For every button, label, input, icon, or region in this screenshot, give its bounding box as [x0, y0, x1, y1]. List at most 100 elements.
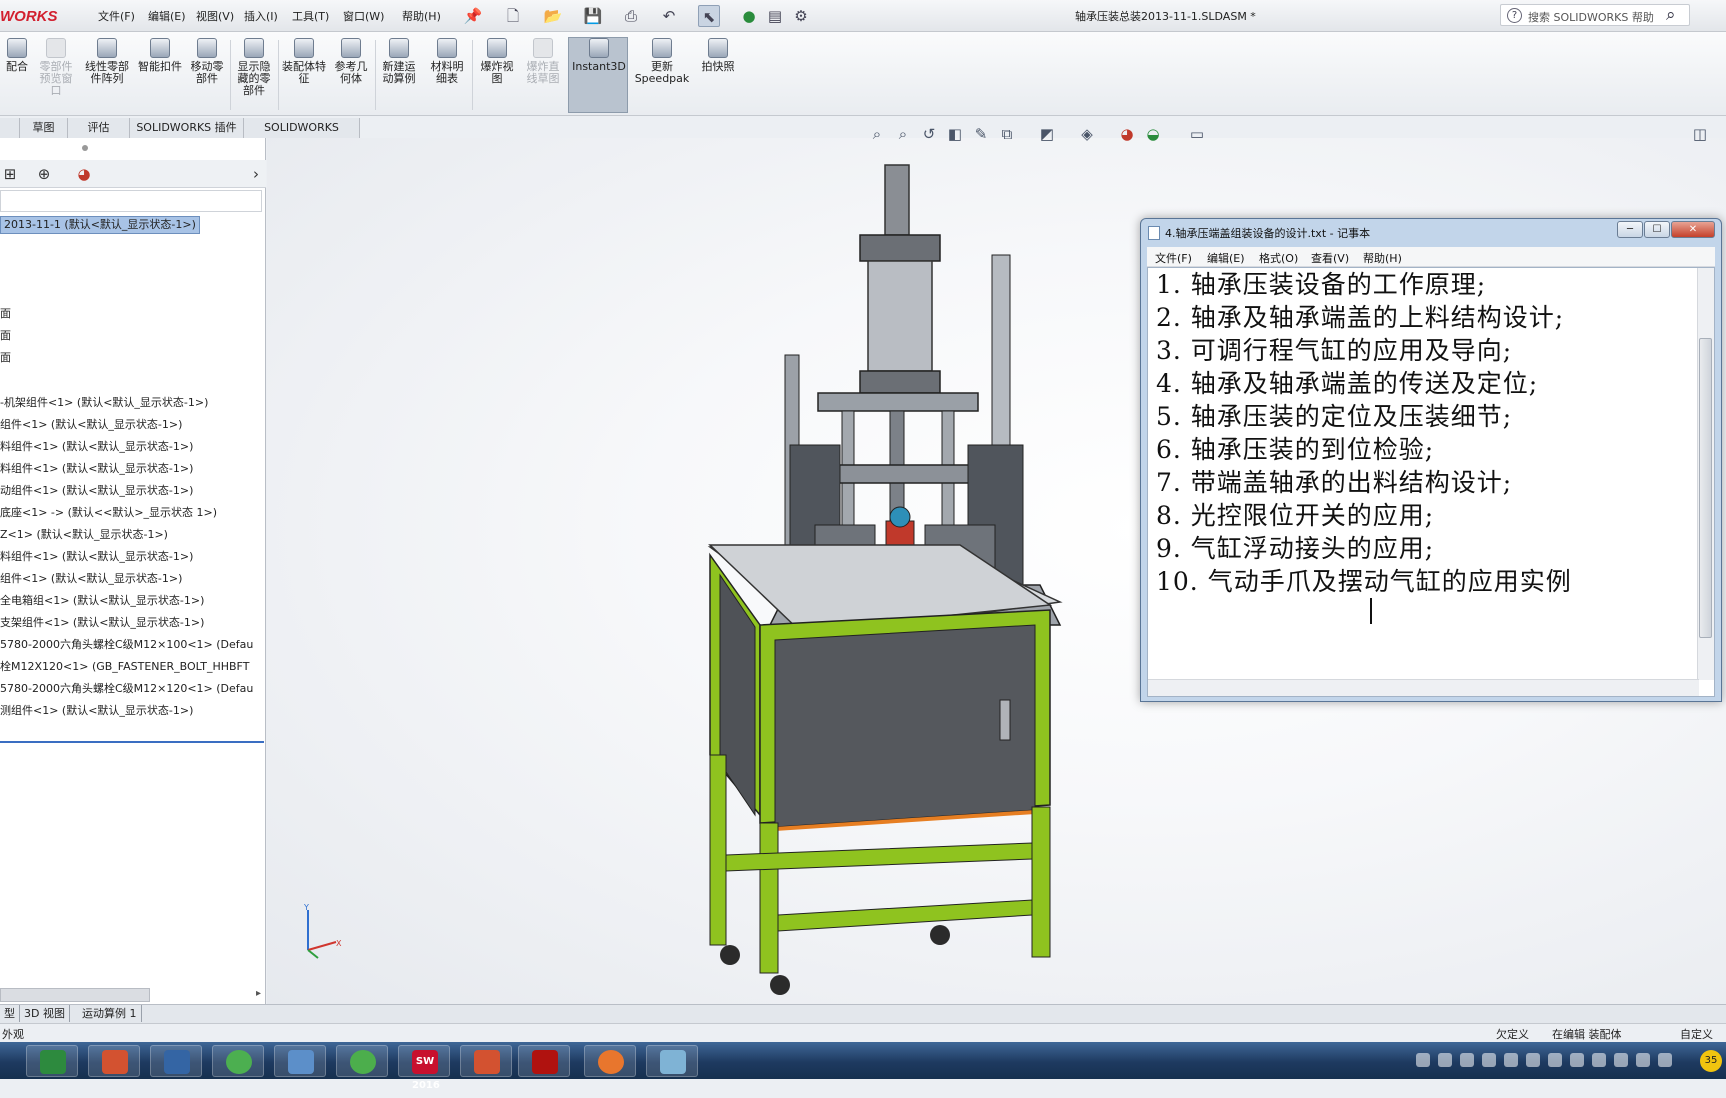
notepad-window[interactable]: 4.轴承压端盖组装设备的设计.txt - 记事本 ─ ☐ ✕ 文件(F) 编辑(…: [1140, 218, 1722, 702]
mate-button[interactable]: 配合: [2, 38, 32, 73]
assembly-features-button[interactable]: 装配体特征: [282, 38, 326, 85]
section-view-icon[interactable]: ◧: [945, 124, 965, 144]
tree-item-component[interactable]: 料组件<1> (默认<默认_显示状态-1>): [0, 548, 193, 564]
save-icon[interactable]: 💾: [582, 5, 604, 27]
view-settings-icon[interactable]: ▭: [1187, 124, 1207, 144]
display-manager-icon[interactable]: ◕: [74, 164, 94, 184]
menu-file[interactable]: 文件(F): [98, 8, 135, 24]
tab-motion-study-1[interactable]: 运动算例 1: [78, 1005, 142, 1022]
menu-help[interactable]: 帮助(H): [402, 8, 441, 24]
tree-item-component[interactable]: 全电箱组<1> (默认<默认_显示状态-1>): [0, 592, 204, 608]
taskbar-solidworks[interactable]: SW 2016: [398, 1045, 450, 1091]
notepad-menu-format[interactable]: 格式(O): [1259, 250, 1298, 266]
tree-item-plane[interactable]: 面: [0, 349, 11, 365]
tray-icon[interactable]: [1592, 1053, 1606, 1067]
taskbar-app-2[interactable]: [88, 1045, 140, 1077]
display-style-icon[interactable]: ◩: [1037, 124, 1057, 144]
tree-item-component[interactable]: 组件<1> (默认<默认_显示状态-1>): [0, 416, 182, 432]
take-snapshot-button[interactable]: 拍快照: [698, 38, 738, 73]
smart-fasteners-button[interactable]: 智能扣件: [138, 38, 182, 73]
open-file-icon[interactable]: 📂: [542, 5, 564, 27]
tree-item-component[interactable]: 测组件<1> (默认<默认_显示状态-1>): [0, 702, 193, 718]
zoom-to-fit-icon[interactable]: ⌕: [867, 124, 887, 144]
notepad-text-area[interactable]: 1. 轴承压装设备的工作原理; 2. 轴承及轴承端盖的上料结构设计; 3. 可调…: [1147, 267, 1715, 697]
panel-horizontal-scrollbar[interactable]: [0, 988, 150, 1002]
previous-view-icon[interactable]: ↺: [919, 124, 939, 144]
expand-panel-chevron-icon[interactable]: ›: [246, 164, 266, 184]
notepad-menu-file[interactable]: 文件(F): [1155, 250, 1192, 266]
solidworks-logo[interactable]: WORKS: [0, 8, 58, 25]
bearing-press-machine-model[interactable]: [700, 155, 1120, 1005]
scroll-thumb[interactable]: [1699, 338, 1712, 638]
tree-item-plane[interactable]: 面: [0, 305, 11, 321]
tray-icon[interactable]: [1570, 1053, 1584, 1067]
help-search-box[interactable]: ? 搜索 SOLIDWORKS 帮助: [1500, 4, 1690, 26]
undo-icon[interactable]: ↶: [658, 5, 680, 27]
zoom-to-area-icon[interactable]: ⌕: [893, 124, 913, 144]
menu-window[interactable]: 窗口(W): [343, 8, 384, 24]
taskbar-app-6[interactable]: [336, 1045, 388, 1077]
viewport-restore-icon[interactable]: ◫: [1690, 124, 1710, 144]
tab-solidworks-addins[interactable]: SOLIDWORKS 插件: [130, 118, 244, 138]
status-custom-units[interactable]: 自定义: [1680, 1026, 1713, 1042]
notepad-menu-edit[interactable]: 编辑(E): [1207, 250, 1245, 266]
tab-solidworks-mbd[interactable]: SOLIDWORKS MBD: [244, 118, 360, 154]
pin-icon[interactable]: 📌: [462, 5, 484, 27]
tree-item-component[interactable]: -机架组件<1> (默认<默认_显示状态-1>): [0, 394, 208, 410]
tree-item-component[interactable]: 料组件<1> (默认<默认_显示状态-1>): [0, 438, 193, 454]
edit-appearance-icon[interactable]: ◕: [1117, 124, 1137, 144]
network-icon[interactable]: [1636, 1053, 1650, 1067]
tray-icon[interactable]: [1504, 1053, 1518, 1067]
tree-item-component[interactable]: 底座<1> -> (默认<<默认>_显示状态 1>): [0, 504, 217, 520]
tree-item-component[interactable]: 栓M12X120<1> (GB_FASTENER_BOLT_HHBFT: [0, 658, 249, 674]
move-component-button[interactable]: 移动零部件: [186, 38, 228, 85]
tray-icon[interactable]: [1614, 1053, 1628, 1067]
new-motion-study-button[interactable]: 新建运动算例: [378, 38, 420, 85]
taskbar-notepad[interactable]: [646, 1045, 698, 1077]
close-button[interactable]: ✕: [1671, 221, 1715, 238]
file-properties-icon[interactable]: ▤: [764, 5, 786, 27]
tab-sketch[interactable]: 草图: [20, 118, 68, 138]
notepad-horizontal-scrollbar[interactable]: [1148, 679, 1699, 696]
taskbar-app-8[interactable]: [460, 1045, 512, 1077]
taskbar-app-3[interactable]: [150, 1045, 202, 1077]
taskbar-app-1[interactable]: [26, 1045, 78, 1077]
linear-pattern-button[interactable]: 线性零部件阵列: [82, 38, 132, 85]
show-hidden-components-button[interactable]: 显示隐藏的零部件: [234, 38, 274, 97]
taskbar-app-10[interactable]: [584, 1045, 636, 1077]
tray-icon[interactable]: [1482, 1053, 1496, 1067]
new-document-icon[interactable]: 🗋: [502, 5, 524, 27]
menu-view[interactable]: 视图(V): [196, 8, 234, 24]
tray-icon[interactable]: [1526, 1053, 1540, 1067]
taskbar-app-4[interactable]: [212, 1045, 264, 1077]
tree-item-component[interactable]: Z<1> (默认<默认_显示状态-1>): [0, 526, 168, 542]
tab-evaluate[interactable]: 评估: [68, 118, 130, 138]
rebuild-traffic-light-icon[interactable]: ●: [738, 5, 760, 27]
notepad-menu-help[interactable]: 帮助(H): [1363, 250, 1402, 266]
update-speedpak-button[interactable]: 更新Speedpak: [634, 38, 690, 85]
tree-item-component[interactable]: 5780-2000六角头螺栓C级M12×120<1> (Defau: [0, 680, 253, 696]
feature-tree-filter-input[interactable]: [0, 190, 262, 212]
taskbar-pdf-reader[interactable]: [518, 1045, 570, 1077]
tree-item-component[interactable]: 动组件<1> (默认<默认_显示状态-1>): [0, 482, 193, 498]
menu-insert[interactable]: 插入(I): [244, 8, 278, 24]
panel-grip-icon[interactable]: [82, 145, 88, 151]
tray-badge[interactable]: 35: [1700, 1050, 1722, 1072]
instant3d-button[interactable]: Instant3D: [572, 38, 626, 73]
dynamic-annotation-icon[interactable]: ✎: [971, 124, 991, 144]
scroll-right-arrow-icon[interactable]: ▸: [256, 988, 261, 999]
menu-tools[interactable]: 工具(T): [292, 8, 329, 24]
tree-item-component[interactable]: 料组件<1> (默认<默认_显示状态-1>): [0, 460, 193, 476]
search-icon[interactable]: ⌕: [1666, 5, 1676, 25]
maximize-button[interactable]: ☐: [1644, 221, 1670, 238]
notepad-vertical-scrollbar[interactable]: [1697, 268, 1714, 680]
tree-item-component[interactable]: 5780-2000六角头螺栓C级M12×100<1> (Defau: [0, 636, 253, 652]
hide-show-items-icon[interactable]: ◈: [1077, 124, 1097, 144]
minimize-button[interactable]: ─: [1617, 221, 1643, 238]
tray-icon[interactable]: [1416, 1053, 1430, 1067]
tab-model[interactable]: 型: [0, 1005, 20, 1022]
reference-geometry-button[interactable]: 参考几何体: [330, 38, 372, 85]
tree-item-component[interactable]: 支架组件<1> (默认<默认_显示状态-1>): [0, 614, 204, 630]
view-orientation-icon[interactable]: ⧉: [997, 124, 1017, 144]
bill-of-materials-button[interactable]: 材料明细表: [426, 38, 468, 85]
